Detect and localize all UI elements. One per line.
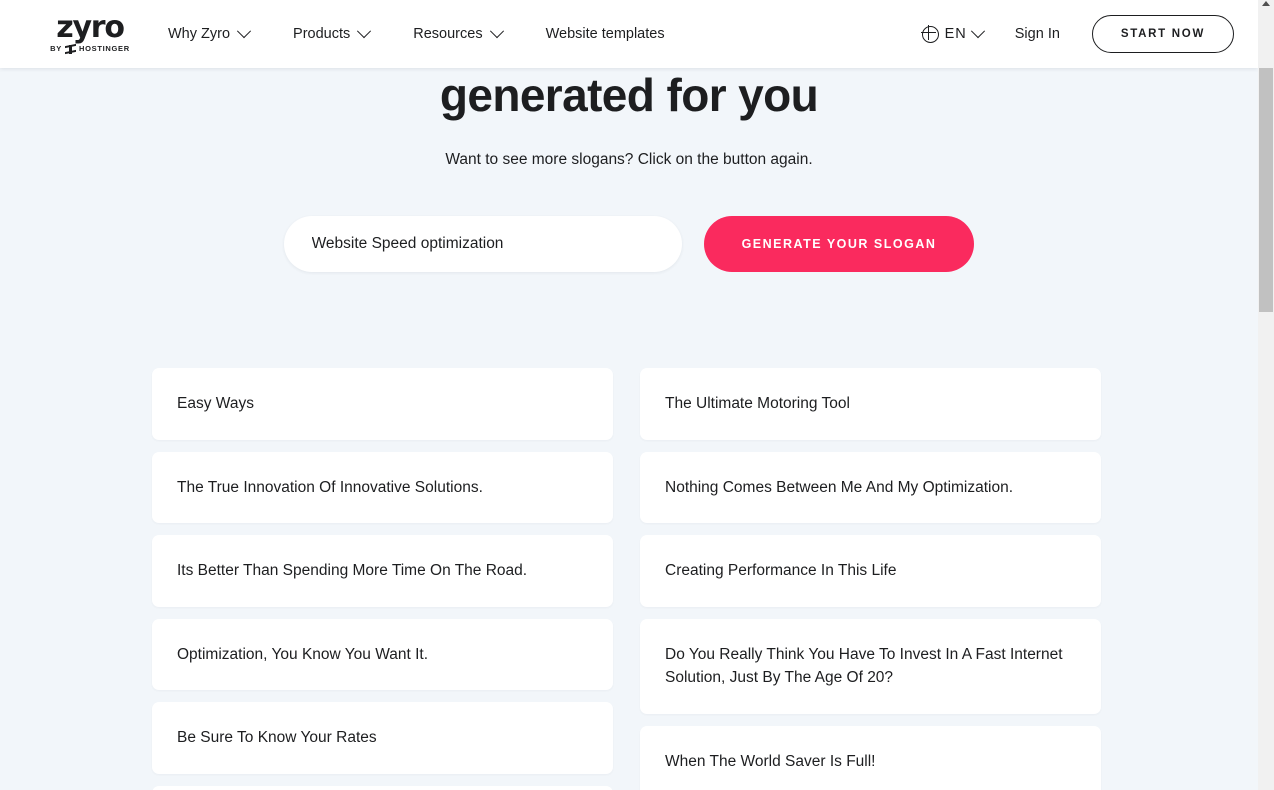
slogan-text: The True Innovation Of Innovative Soluti… — [177, 478, 483, 496]
slogan-card[interactable]: When The World Saver Is Full! — [640, 725, 1101, 790]
nav-item-why-zyro[interactable]: Why Zyro — [168, 24, 267, 42]
scroll-up-arrow-icon[interactable] — [1258, 0, 1274, 6]
slogan-text: Optimization, You Know You Want It. — [177, 645, 429, 663]
slogan-text: Easy Ways — [177, 395, 254, 412]
slogan-card[interactable]: Nothing Comes Between Me And My Optimiza… — [640, 451, 1101, 524]
hero-section: generated for you Want to see more sloga… — [0, 68, 1258, 171]
slogan-card[interactable]: The Ultimate Motoring Tool — [640, 368, 1101, 440]
slogan-text: The Ultimate Motoring Tool — [665, 395, 850, 412]
slogan-card[interactable]: Be Sure To Know Your Rates — [152, 702, 613, 774]
slogan-text: Creating Performance In This Life — [665, 562, 897, 580]
slogan-card[interactable]: Optimization, You Know You Want It. — [152, 618, 613, 691]
globe-icon — [921, 24, 939, 43]
logo-byline: BY HOSTINGER — [50, 44, 130, 54]
slogan-generator-form: GENERATE YOUR SLOGAN — [0, 216, 1258, 272]
logo-by-text: BY — [50, 44, 62, 54]
slogan-card[interactable] — [152, 785, 613, 790]
sign-in-link[interactable]: Sign In — [1015, 26, 1060, 42]
chevron-down-icon — [357, 24, 372, 39]
nav-item-label: Why Zyro — [168, 26, 231, 42]
nav-item-website-templates[interactable]: Website templates — [546, 26, 665, 42]
slogan-card[interactable]: Do You Really Think You Have To Invest I… — [640, 618, 1101, 714]
chevron-down-icon — [970, 24, 985, 39]
generate-slogan-button[interactable]: GENERATE YOUR SLOGAN — [703, 216, 975, 272]
scrollbar-thumb[interactable] — [1259, 68, 1273, 312]
logo-parent-text: HOSTINGER — [78, 44, 130, 54]
site-header: zyro BY HOSTINGER Why Zyro Products Reso… — [0, 0, 1258, 68]
chevron-down-icon — [489, 24, 504, 39]
slogan-keyword-input[interactable] — [283, 216, 682, 272]
nav-item-label: Products — [293, 26, 351, 42]
hero-subtitle: Want to see more slogans? Click on the b… — [445, 151, 813, 168]
nav-item-label: Website templates — [545, 26, 665, 42]
chevron-down-icon — [236, 24, 252, 39]
header-actions: EN Sign In START NOW — [921, 0, 1234, 68]
results-right-column: The Ultimate Motoring Tool Nothing Comes… — [640, 368, 1101, 790]
start-now-button[interactable]: START NOW — [1091, 15, 1234, 53]
nav-item-label: Resources — [413, 26, 483, 42]
slogan-text: Do You Really Think You Have To Invest I… — [665, 645, 1063, 687]
nav-item-resources[interactable]: Resources — [413, 24, 519, 42]
slogan-card[interactable]: Easy Ways — [152, 368, 613, 440]
slogan-results-grid: Easy Ways The True Innovation Of Innovat… — [152, 368, 1102, 790]
slogan-card[interactable]: The True Innovation Of Innovative Soluti… — [152, 451, 613, 524]
page-title: generated for you — [439, 69, 819, 121]
hostinger-mark-icon — [65, 44, 76, 54]
zyro-logo[interactable]: zyro BY HOSTINGER — [38, 9, 142, 57]
slogan-text: Its Better Than Spending More Time On Th… — [177, 562, 528, 580]
page-viewport: zyro BY HOSTINGER Why Zyro Products Reso… — [0, 0, 1258, 790]
language-label: EN — [944, 26, 967, 42]
slogan-card[interactable]: Creating Performance In This Life — [640, 535, 1101, 607]
nav-item-products[interactable]: Products — [293, 24, 387, 42]
slogan-text: When The World Saver Is Full! — [665, 752, 876, 770]
results-left-column: Easy Ways The True Innovation Of Innovat… — [152, 368, 613, 790]
vertical-scrollbar[interactable] — [1258, 0, 1274, 790]
language-switcher[interactable]: EN — [921, 24, 985, 43]
slogan-text: Nothing Comes Between Me And My Optimiza… — [665, 478, 1014, 496]
logo-wordmark: zyro — [56, 9, 125, 45]
primary-navigation: Why Zyro Products Resources Website temp… — [168, 0, 665, 68]
slogan-text: Be Sure To Know Your Rates — [177, 729, 377, 747]
slogan-card[interactable]: Its Better Than Spending More Time On Th… — [152, 535, 613, 607]
